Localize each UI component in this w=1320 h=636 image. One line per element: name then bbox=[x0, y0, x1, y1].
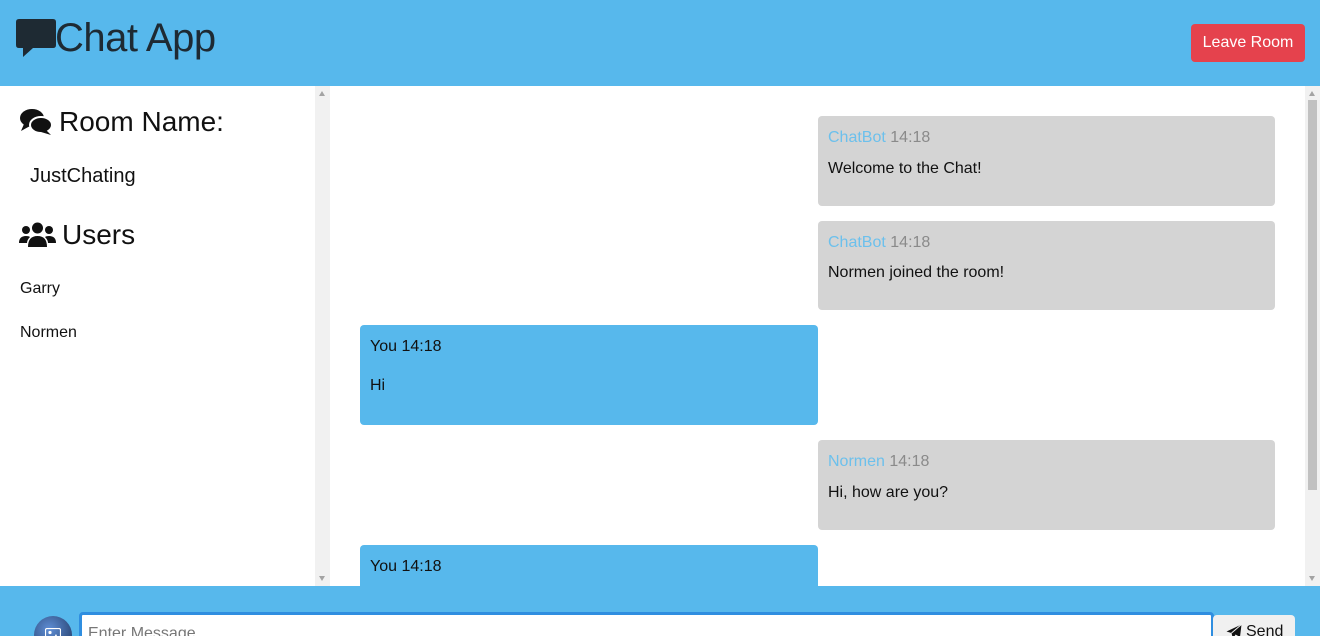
message-text: Normen joined the room! bbox=[828, 264, 1005, 281]
message-author: Normen bbox=[828, 453, 885, 470]
message-meta: Normen 14:18 bbox=[828, 453, 1265, 471]
user-list-item: Garry bbox=[20, 280, 60, 297]
chat-message: You 14:18 bbox=[360, 545, 818, 586]
scroll-up-arrow-icon[interactable] bbox=[1309, 91, 1315, 96]
message-meta: ChatBot 14:18 bbox=[828, 234, 1265, 252]
message-input[interactable] bbox=[79, 612, 1214, 636]
send-button-label: Send bbox=[1246, 623, 1284, 636]
message-time: 14:18 bbox=[889, 453, 930, 470]
message-time: 14:18 bbox=[401, 338, 442, 355]
sidebar-scrollbar[interactable] bbox=[315, 86, 330, 586]
chat-message: ChatBot 14:18 Welcome to the Chat! bbox=[818, 116, 1275, 206]
user-list-item: Normen bbox=[20, 324, 77, 341]
message-time: 14:18 bbox=[890, 129, 931, 146]
message-author: ChatBot bbox=[828, 234, 886, 251]
message-text: Hi bbox=[370, 377, 386, 394]
chat-bubble-icon bbox=[16, 19, 56, 57]
image-upload-button[interactable] bbox=[34, 616, 72, 636]
sidebar: Room Name: JustChating Users Garry Norme… bbox=[0, 86, 315, 586]
message-text: Welcome to the Chat! bbox=[828, 160, 982, 177]
chat-scrollbar[interactable] bbox=[1305, 86, 1320, 586]
app-logo: Chat App bbox=[14, 16, 216, 60]
message-meta: You 14:18 bbox=[370, 558, 808, 576]
message-author: ChatBot bbox=[828, 129, 886, 146]
scroll-down-arrow-icon[interactable] bbox=[1309, 576, 1315, 581]
app-title: Chat App bbox=[55, 16, 216, 60]
message-time: 14:18 bbox=[890, 234, 931, 251]
send-button[interactable]: Send bbox=[1213, 615, 1295, 636]
comments-icon bbox=[20, 109, 53, 135]
message-author: You bbox=[370, 338, 397, 355]
message-meta: You 14:18 bbox=[370, 338, 808, 356]
users-heading-label: Users bbox=[62, 219, 136, 250]
room-name-heading: Room Name: bbox=[19, 106, 224, 138]
message-composer: Send bbox=[0, 586, 1320, 636]
room-name-value: JustChating bbox=[30, 165, 136, 187]
scroll-down-arrow-icon[interactable] bbox=[319, 576, 325, 581]
paper-plane-icon bbox=[1226, 624, 1242, 636]
chat-messages: ChatBot 14:18 Welcome to the Chat! ChatB… bbox=[330, 86, 1305, 586]
image-icon bbox=[45, 628, 61, 636]
message-author: You bbox=[370, 558, 397, 575]
room-name-heading-label: Room Name: bbox=[59, 106, 224, 137]
chat-message: ChatBot 14:18 Normen joined the room! bbox=[818, 221, 1275, 310]
users-heading: Users bbox=[19, 219, 135, 251]
message-text: Hi, how are you? bbox=[828, 484, 949, 501]
app-header: Chat App Leave Room bbox=[0, 0, 1320, 86]
chat-message: You 14:18 Hi bbox=[360, 325, 818, 425]
scroll-up-arrow-icon[interactable] bbox=[319, 91, 325, 96]
message-meta: ChatBot 14:18 bbox=[828, 129, 1265, 147]
chat-message: Normen 14:18 Hi, how are you? bbox=[818, 440, 1275, 530]
users-icon bbox=[19, 222, 56, 247]
leave-room-button[interactable]: Leave Room bbox=[1191, 24, 1305, 62]
chat-scrollbar-thumb[interactable] bbox=[1308, 100, 1317, 490]
message-time: 14:18 bbox=[401, 558, 442, 575]
